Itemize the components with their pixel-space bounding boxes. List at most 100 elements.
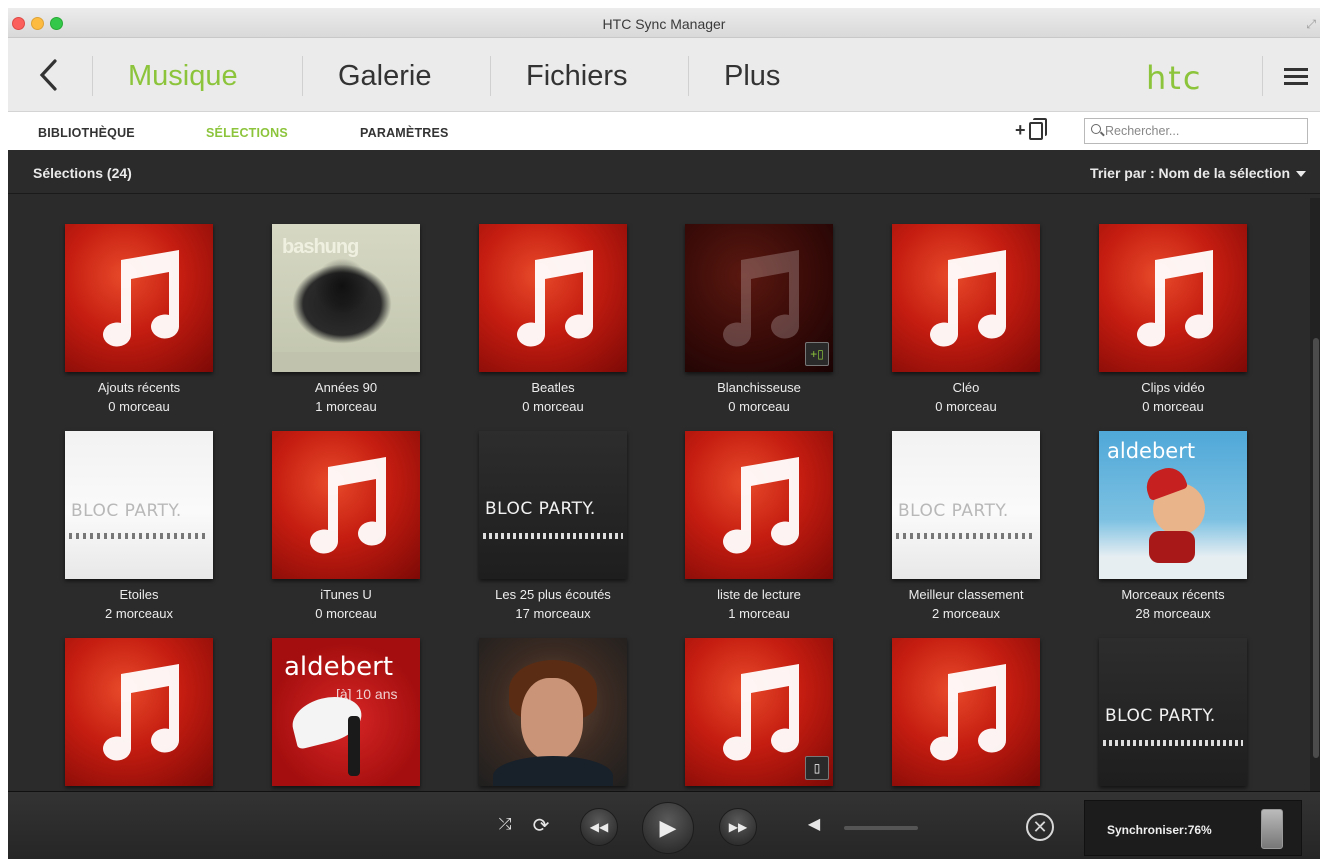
music-note-icon	[103, 250, 180, 347]
tab-fichiers[interactable]: Fichiers	[526, 56, 628, 96]
subtab-bibliotheque[interactable]: BIBLIOTHÈQUE	[38, 126, 135, 140]
search-icon	[1091, 124, 1101, 134]
sync-to-phone-icon[interactable]: +▯	[805, 342, 829, 366]
add-playlist-icon[interactable]: +	[1015, 118, 1053, 144]
playlist-tile[interactable]: BLOC PARTY. Les 25 plus écoutés 17 morceau…	[479, 431, 627, 621]
playlist-count: 0 morceau	[1142, 399, 1204, 414]
music-note-icon	[930, 664, 1007, 761]
music-note-icon	[930, 250, 1007, 347]
playlist-tile[interactable]: BLOC PARTY.	[1099, 638, 1247, 786]
scroll-thumb[interactable]	[1313, 338, 1319, 758]
playlist-count: 1 morceau	[315, 399, 377, 414]
previous-row-cutoff	[8, 196, 1320, 202]
playlist-tile[interactable]: aldebert [à] 10 ans	[272, 638, 420, 786]
music-note-icon	[723, 457, 800, 554]
album-art	[892, 224, 1040, 372]
subtab-selections[interactable]: SÉLECTIONS	[206, 126, 288, 140]
selections-count: Sélections (24)	[33, 165, 132, 181]
playlist-tile[interactable]: ▯	[685, 638, 833, 786]
playlist-count: 2 morceaux	[932, 606, 1000, 621]
scrollbar[interactable]	[1310, 198, 1320, 791]
sync-status-panel[interactable]: Synchroniser:76%	[1084, 800, 1302, 856]
album-art-text: BLOC PARTY.	[485, 499, 596, 519]
album-art: bashung	[272, 224, 420, 372]
volume-icon: ◀	[807, 816, 821, 833]
playlist-tile[interactable]: Clips vidéo 0 morceau	[1099, 224, 1247, 414]
rewind-icon: ◀◀	[589, 820, 609, 834]
album-art	[65, 638, 213, 786]
play-button[interactable]: ▶	[642, 802, 694, 854]
window-title: HTC Sync Manager	[602, 16, 726, 32]
album-art-text: aldebert	[284, 652, 394, 682]
album-art	[272, 431, 420, 579]
volume-slider[interactable]	[844, 826, 918, 830]
tab-musique[interactable]: Musique	[128, 56, 238, 96]
nav-divider	[688, 56, 689, 96]
music-note-icon	[723, 664, 800, 761]
fast-forward-icon: ▶▶	[728, 820, 748, 834]
playlist-name: Cléo	[952, 380, 980, 395]
playlist-count: 28 morceaux	[1135, 606, 1211, 621]
playlist-name: liste de lecture	[717, 587, 801, 602]
playlist-tile[interactable]: Beatles 0 morceau	[479, 224, 627, 414]
subtab-parametres[interactable]: PARAMÈTRES	[360, 126, 449, 140]
music-note-icon	[723, 250, 800, 347]
playlist-tile[interactable]	[65, 638, 213, 786]
sort-label: Trier par : Nom de la sélection	[1090, 165, 1290, 181]
playlist-tile[interactable]: Cléo 0 morceau	[892, 224, 1040, 414]
playlist-name: Les 25 plus écoutés	[495, 587, 611, 602]
title-bar: HTC Sync Manager ⤢	[8, 8, 1320, 38]
playlist-tile[interactable]	[892, 638, 1040, 786]
album-art: aldebert [à] 10 ans	[272, 638, 420, 786]
shuffle-icon[interactable]: ⤮	[492, 816, 518, 834]
playlist-tile[interactable]: iTunes U 0 morceau	[272, 431, 420, 621]
album-art: BLOC PARTY.	[892, 431, 1040, 579]
playlist-name: iTunes U	[320, 587, 372, 602]
htc-logo: htc	[1146, 59, 1203, 97]
chevron-left-icon	[39, 59, 57, 91]
playlist-tile[interactable]: liste de lecture 1 morceau	[685, 431, 833, 621]
back-button[interactable]	[36, 58, 60, 92]
music-note-icon	[103, 664, 180, 761]
playlist-tile[interactable]: BLOC PARTY. Etoiles 2 morceaux	[65, 431, 213, 621]
previous-track-button[interactable]: ◀◀	[580, 808, 618, 846]
album-art	[65, 224, 213, 372]
phone-icon[interactable]: ▯	[805, 756, 829, 780]
album-art-text: bashung	[282, 236, 359, 258]
album-art: BLOC PARTY.	[1099, 638, 1247, 786]
album-art-text: BLOC PARTY.	[898, 501, 1009, 521]
album-art: aldebert	[1099, 431, 1247, 579]
playlist-tile[interactable]: aldebert Morceaux récents 28 morceaux	[1099, 431, 1247, 621]
cancel-sync-icon[interactable]: ✕	[1026, 813, 1054, 841]
tab-galerie[interactable]: Galerie	[338, 56, 432, 96]
playlist-tile[interactable]: Ajouts récents 0 morceau	[65, 224, 213, 414]
repeat-icon[interactable]: ⟳	[528, 813, 554, 838]
playlist-tile[interactable]: BLOC PARTY. Meilleur classement 2 morceaux	[892, 431, 1040, 621]
tab-plus[interactable]: Plus	[724, 56, 780, 96]
playlist-name: Beatles	[531, 380, 575, 395]
playlist-count: 0 morceau	[935, 399, 997, 414]
album-art: BLOC PARTY.	[479, 431, 627, 579]
hamburger-menu-icon[interactable]	[1284, 68, 1308, 86]
playlist-tile[interactable]: +▯ Blanchisseuse 0 morceau	[685, 224, 833, 414]
fullscreen-icon[interactable]: ⤢	[1306, 17, 1316, 32]
playlist-count: 1 morceau	[728, 606, 790, 621]
playlist-count: 0 morceau	[108, 399, 170, 414]
nav-divider	[92, 56, 93, 96]
playlist-count: 17 morceaux	[515, 606, 591, 621]
main-navigation: Musique Galerie Fichiers Plus htc	[8, 38, 1320, 112]
playlist-count: 0 morceau	[315, 606, 377, 621]
app-window: HTC Sync Manager ⤢ Musique Galerie Fichi…	[8, 8, 1320, 859]
search-input[interactable]	[1105, 122, 1301, 140]
album-art	[479, 224, 627, 372]
album-art: +▯	[685, 224, 833, 372]
nav-divider	[490, 56, 491, 96]
search-field[interactable]	[1084, 118, 1308, 144]
sort-dropdown[interactable]: Trier par : Nom de la sélection	[1090, 165, 1306, 181]
next-track-button[interactable]: ▶▶	[719, 808, 757, 846]
playlist-tile[interactable]	[479, 638, 627, 786]
phone-icon	[1261, 809, 1283, 849]
nav-divider	[1262, 56, 1263, 96]
panel-header: Sélections (24) Trier par : Nom de la sé…	[8, 150, 1320, 194]
playlist-tile[interactable]: bashung Années 90 1 morceau	[272, 224, 420, 414]
